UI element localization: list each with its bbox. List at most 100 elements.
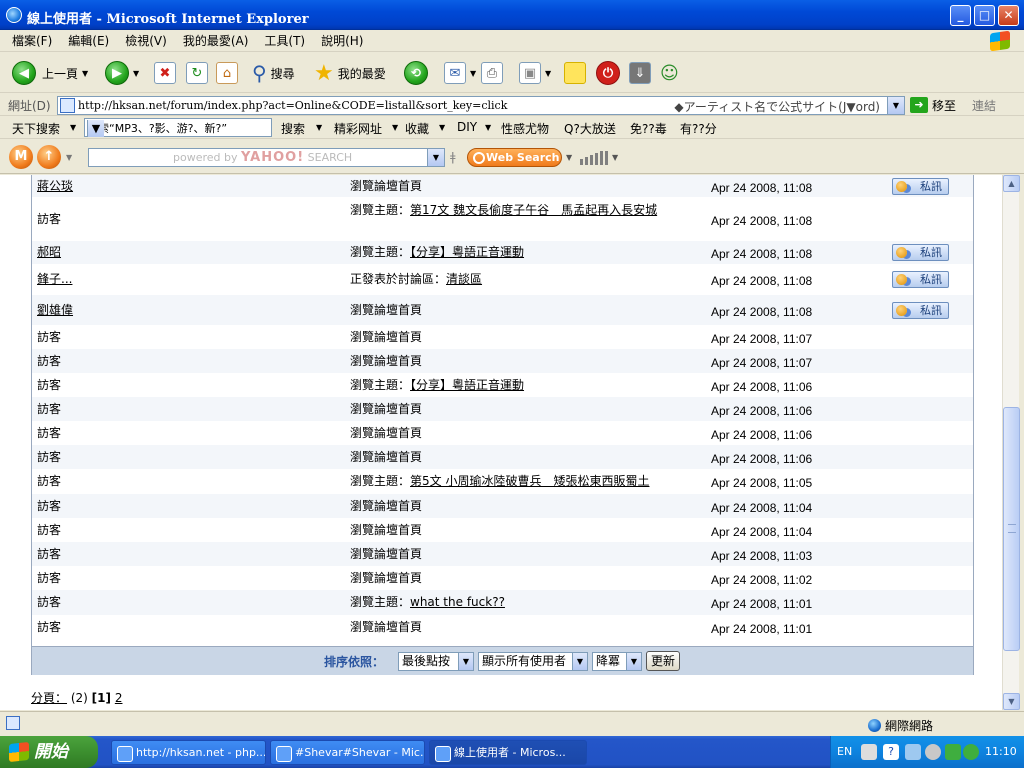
- topic-link[interactable]: 【分享】粵語正音運動: [410, 378, 524, 392]
- taskbar-item-active[interactable]: 線上使用者 - Micros...: [429, 740, 587, 765]
- refresh-button[interactable]: ↻: [186, 59, 208, 87]
- page-next-link[interactable]: 2: [115, 691, 123, 705]
- yahoo-search-dropdown-icon[interactable]: ▼: [427, 149, 444, 166]
- language-indicator[interactable]: EN: [837, 745, 852, 758]
- yahoo-dropdown-icon[interactable]: ▼: [66, 153, 72, 162]
- custom-brand[interactable]: 天下搜索: [12, 120, 60, 137]
- address-input[interactable]: http://hksan.net/forum/index.php?act=Onl…: [57, 96, 905, 115]
- page-total: (2): [70, 691, 88, 705]
- user-name-link[interactable]: 劉雄偉: [37, 303, 73, 318]
- custom-search-dropdown-icon[interactable]: ▼: [87, 120, 104, 137]
- yahoo-m-icon[interactable]: M: [9, 145, 33, 169]
- back-button[interactable]: ◀ 上一頁 ▼: [12, 59, 88, 87]
- custom-dropdown-icon[interactable]: ▼: [439, 123, 445, 132]
- vertical-scrollbar[interactable]: ▲ ▼: [1002, 175, 1020, 710]
- close-button[interactable]: ✕: [998, 5, 1019, 26]
- topic-link[interactable]: 第5文 小周瑜冰陸破曹兵 矮張松東西販蜀土: [410, 474, 649, 488]
- edit-dropdown-icon[interactable]: ▼: [545, 69, 551, 78]
- address-url[interactable]: http://hksan.net/forum/index.php?act=Onl…: [78, 99, 507, 112]
- sort-order-select[interactable]: 降冪 ▼: [592, 652, 642, 671]
- print-button[interactable]: ⎙: [481, 59, 503, 87]
- stop-button[interactable]: ✖: [154, 59, 176, 87]
- taskbar-item[interactable]: #Shevar#Shevar - Mic...: [270, 740, 425, 765]
- topic-link[interactable]: 【分享】粵語正音運動: [410, 245, 524, 259]
- topic-link[interactable]: what the fuck??: [410, 595, 505, 609]
- back-arrow-icon: ◀: [12, 61, 36, 85]
- go-button[interactable]: 移至: [932, 97, 956, 114]
- addon-red-button[interactable]: ⏻: [596, 59, 620, 87]
- forward-button[interactable]: ▶ ▼: [105, 59, 139, 87]
- favorites-button[interactable]: ★ 我的最愛: [314, 59, 386, 87]
- custom-search-text[interactable]: 搜索“MP3、?影、游?、新?”: [87, 120, 227, 136]
- back-dropdown-icon[interactable]: ▼: [82, 69, 88, 78]
- tray-icon[interactable]: [925, 744, 941, 760]
- pagination-label[interactable]: 分頁：: [31, 691, 67, 705]
- history-button[interactable]: ⟲: [404, 59, 428, 87]
- messenger-tray-icon[interactable]: [963, 744, 979, 760]
- custom-item[interactable]: 免??毒: [630, 120, 667, 137]
- yahoo-search-input[interactable]: powered by YAHOO! SEARCH ▼: [88, 148, 445, 167]
- menu-edit[interactable]: 編輯(E): [60, 30, 117, 52]
- refresh-list-button[interactable]: 更新: [646, 651, 680, 671]
- yahoo-up-icon[interactable]: ↑: [37, 145, 61, 169]
- tray-icon[interactable]: [861, 744, 877, 760]
- yahoo-web-search-dropdown-icon[interactable]: ▼: [566, 153, 572, 162]
- scroll-up-button[interactable]: ▲: [1003, 175, 1020, 192]
- tray-icon[interactable]: [945, 744, 961, 760]
- menu-favorites[interactable]: 我的最愛(A): [175, 30, 257, 52]
- topic-link[interactable]: 清談區: [446, 272, 482, 286]
- signal-dropdown-icon[interactable]: ▼: [612, 153, 618, 162]
- go-arrow-icon[interactable]: ➜: [910, 97, 928, 113]
- address-dropdown-icon[interactable]: ▼: [887, 97, 904, 114]
- user-name-link[interactable]: 蔣公琰: [37, 179, 73, 194]
- links-button[interactable]: 連結: [972, 97, 996, 114]
- custom-item[interactable]: 有??分: [680, 120, 717, 137]
- user-filter-select[interactable]: 顯示所有使用者 ▼: [478, 652, 588, 671]
- custom-item[interactable]: Q?大放送: [564, 120, 616, 137]
- custom-sites[interactable]: 精彩网址: [334, 120, 382, 137]
- custom-dropdown-icon[interactable]: ▼: [485, 123, 491, 132]
- mail-button[interactable]: ✉ ▼: [444, 59, 476, 87]
- minimize-button[interactable]: _: [950, 5, 971, 26]
- sort-key-select[interactable]: 最後點按 ▼: [398, 652, 474, 671]
- custom-dropdown-icon[interactable]: ▼: [316, 123, 322, 132]
- forward-dropdown-icon[interactable]: ▼: [133, 69, 139, 78]
- private-message-button[interactable]: 私訊: [892, 244, 949, 261]
- scroll-thumb[interactable]: [1003, 407, 1020, 651]
- maximize-button[interactable]: □: [974, 5, 995, 26]
- private-message-button[interactable]: 私訊: [892, 301, 949, 319]
- yahoo-resize-handle[interactable]: ǂ: [450, 150, 456, 164]
- home-button[interactable]: ⌂: [216, 59, 238, 87]
- taskbar-item[interactable]: http://hksan.net - php...: [111, 740, 266, 765]
- custom-dropdown-icon[interactable]: ▼: [392, 123, 398, 132]
- menu-view[interactable]: 檢視(V): [117, 30, 175, 52]
- signal-bars-icon[interactable]: [580, 151, 608, 165]
- custom-brand-dropdown-icon[interactable]: ▼: [70, 123, 76, 132]
- menu-tools[interactable]: 工具(T): [256, 30, 313, 52]
- edit-button[interactable]: ▣ ▼: [519, 59, 551, 87]
- custom-search-button[interactable]: 搜索: [281, 120, 305, 137]
- private-message-button[interactable]: 私訊: [892, 271, 949, 288]
- menu-help[interactable]: 說明(H): [313, 30, 371, 52]
- yahoo-web-search-button[interactable]: Web Search: [467, 148, 562, 167]
- clock: 11:10: [985, 745, 1017, 758]
- custom-search-input[interactable]: 搜索“MP3、?影、游?、新?” ▼: [84, 118, 272, 137]
- messenger-button[interactable]: ☺: [660, 59, 679, 87]
- private-message-button[interactable]: 私訊: [892, 177, 949, 195]
- menu-file[interactable]: 檔案(F): [0, 30, 60, 52]
- printer-icon: ⎙: [481, 62, 503, 84]
- custom-diy[interactable]: DIY: [457, 120, 477, 134]
- start-button[interactable]: 開始: [0, 736, 98, 768]
- tray-icon[interactable]: [905, 744, 921, 760]
- help-icon[interactable]: ?: [883, 744, 899, 760]
- search-button[interactable]: ⚲ 搜尋: [252, 59, 295, 87]
- mail-dropdown-icon[interactable]: ▼: [470, 69, 476, 78]
- custom-favorites[interactable]: 收藏: [405, 120, 429, 137]
- custom-item[interactable]: 性感尤物: [501, 120, 549, 137]
- addon-grey-button[interactable]: ⇓: [629, 59, 651, 87]
- user-name-link[interactable]: 鋒子...: [37, 272, 72, 287]
- topic-link[interactable]: 第17文 魏文長偷度子午谷 馬孟起再入長安城: [410, 203, 657, 217]
- user-name-link[interactable]: 郝昭: [37, 245, 61, 260]
- scroll-down-button[interactable]: ▼: [1003, 693, 1020, 710]
- notes-button[interactable]: [564, 59, 586, 87]
